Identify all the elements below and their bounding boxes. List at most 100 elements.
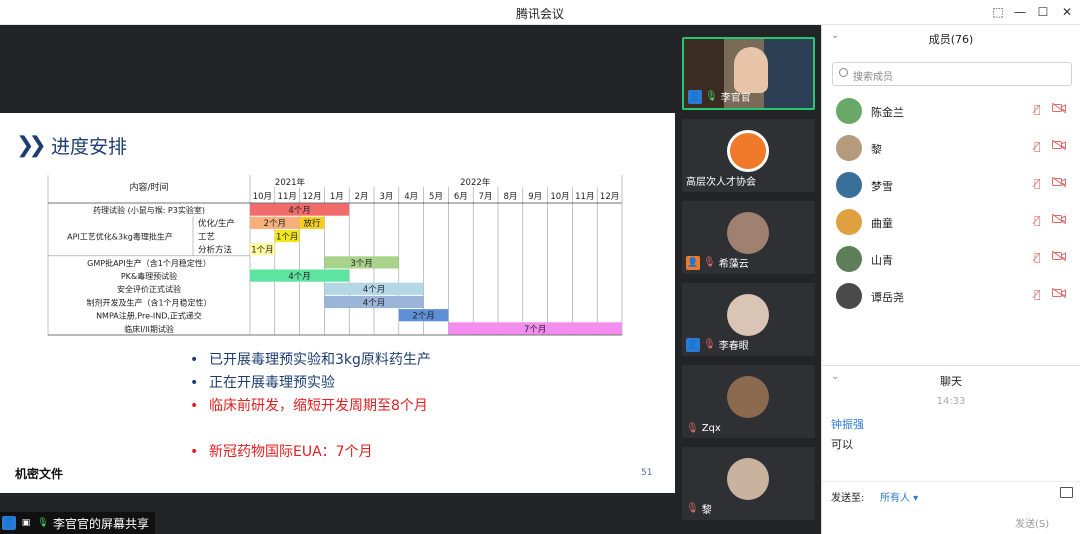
window-title: 腾讯会议 xyxy=(515,7,564,21)
gantt-month-label: 2月 xyxy=(355,192,369,202)
minimize-button[interactable]: — xyxy=(1010,3,1030,21)
gantt-month-label: 10月 xyxy=(550,192,569,202)
gantt-bar-label: 4个月 xyxy=(363,285,385,295)
member-name: 黎 xyxy=(871,143,882,156)
gantt-month-label: 11月 xyxy=(575,192,594,202)
gantt-row-label: API工艺优化&3kg毒理批生产 xyxy=(67,231,173,241)
bullet-item: 正在开展毒理预实验 xyxy=(190,372,431,395)
camera-off-icon[interactable] xyxy=(1052,251,1066,261)
avatar xyxy=(727,376,769,418)
member-row[interactable]: 山青 🎙̸ xyxy=(822,241,1080,278)
video-name: 希藻云 xyxy=(718,259,749,270)
maximize-button[interactable]: ☐ xyxy=(1033,3,1053,21)
gantt-bar-label: 4个月 xyxy=(288,272,310,282)
camera-off-icon[interactable] xyxy=(1052,140,1066,150)
video-name: 高层次人才协会 xyxy=(686,177,756,188)
avatar xyxy=(836,283,862,309)
mic-muted-icon[interactable]: 🎙̸ xyxy=(1034,288,1041,301)
gantt-bar-label: 放行 xyxy=(303,218,321,229)
gantt-month-label: 12月 xyxy=(302,192,321,202)
send-to-label: 发送至: xyxy=(831,493,865,504)
gantt-month-label: 1月 xyxy=(330,192,344,202)
video-name-tag: 👤 🎙 李官官 xyxy=(688,89,751,104)
member-name: 梦雪 xyxy=(871,180,893,193)
user-icon: 👤 xyxy=(2,516,16,530)
avatar xyxy=(836,209,862,235)
gantt-sublabel: 分析方法 xyxy=(198,245,232,256)
send-button[interactable]: 发送(S) xyxy=(1015,515,1049,530)
presentation-slide: ❯❯ 进度安排 内容/时间 2021年 2022年 10月 11月 12月 1月 2月 3月 4月… xyxy=(0,113,675,493)
video-name: Zqx xyxy=(701,423,721,434)
gantt-sublabel: 工艺 xyxy=(198,232,215,242)
gantt-chart: 内容/时间 2021年 2022年 10月 11月 12月 1月 2月 3月 4月 5月 6月 7月 8月… xyxy=(47,175,623,336)
chat-header: 聊天 xyxy=(940,375,962,388)
gantt-month-label: 4月 xyxy=(404,192,418,202)
camera-off-icon[interactable] xyxy=(1052,214,1066,224)
member-row[interactable]: 梦雪 🎙̸ xyxy=(822,167,1080,204)
gantt-month-label: 11月 xyxy=(278,192,297,202)
member-row[interactable]: 谭岳尧 🎙̸ xyxy=(822,278,1080,315)
share-label-text: 李官官的屏幕共享 xyxy=(53,516,150,531)
screen-share-area[interactable]: ❯❯ 进度安排 内容/时间 2021年 2022年 10月 11月 12月 1月 2月 3月 4月… xyxy=(0,25,675,534)
bullet-item: 临床前研发，缩短开发周期至8个月 xyxy=(190,395,431,418)
mic-muted-icon[interactable]: 🎙̸ xyxy=(1034,140,1041,153)
mic-icon: 🎙 xyxy=(705,91,718,102)
camera-off-icon[interactable] xyxy=(1052,288,1066,298)
member-name: 山青 xyxy=(871,254,893,267)
gantt-month-label: 10月 xyxy=(253,192,272,202)
video-tile-李春眼[interactable]: 👤 🎙 李春眼 xyxy=(682,283,815,356)
send-to-dropdown[interactable]: 所有人 ▾ xyxy=(880,489,918,504)
video-name-tag: 👤 🎙 希藻云 xyxy=(686,255,749,270)
mic-muted-icon[interactable]: 🎙̸ xyxy=(1034,251,1041,264)
member-row[interactable]: 黎 🎙̸ xyxy=(822,130,1080,167)
chat-message: 可以 xyxy=(831,438,853,451)
chat-sender[interactable]: 钟振强 xyxy=(831,416,864,432)
gantt-month-label: 7月 xyxy=(479,192,493,202)
gantt-month-label: 6月 xyxy=(454,192,468,202)
gantt-header-label: 内容/时间 xyxy=(129,181,168,193)
member-name: 曲童 xyxy=(871,217,893,230)
video-tile-Zqx[interactable]: 🎙 Zqx xyxy=(682,365,815,438)
camera-off-icon[interactable] xyxy=(1052,177,1066,187)
mic-muted-icon[interactable]: 🎙̸ xyxy=(1034,177,1041,190)
gantt-bar-label: 4个月 xyxy=(288,206,310,216)
gantt-bar-label: 2个月 xyxy=(264,219,286,229)
mic-muted-icon: 🎙 xyxy=(703,257,716,268)
gantt-row-label: GMP批API生产（含1个月稳定性） xyxy=(87,258,211,268)
chat-timestamp: 14:33 xyxy=(936,396,966,407)
mic-muted-icon[interactable]: 🎙̸ xyxy=(1034,214,1041,227)
video-tile-李官官[interactable]: 👤 🎙 李官官 xyxy=(682,37,815,110)
image-icon[interactable] xyxy=(1060,487,1073,498)
gantt-sublabel: 优化/生产 xyxy=(198,218,235,229)
member-name: 谭岳尧 xyxy=(871,291,904,304)
bullet-item: 已开展毒理预实验和3kg原料药生产 xyxy=(190,349,431,372)
gantt-year-label: 2022年 xyxy=(460,177,491,188)
gantt-row-label: 安全评价正式试验 xyxy=(117,284,181,294)
video-tile-希藻云[interactable]: 👤 🎙 希藻云 xyxy=(682,201,815,274)
members-panel: ⌄ 成员(76) 搜索成员 陈金兰 🎙̸ 黎 🎙̸ 梦雪 🎙̸ 曲童 🎙̸ 山青 🎙̸ 谭岳尧 🎙̸ xyxy=(821,25,1080,365)
bullet-item: 新冠药物国际EUA：7个月 xyxy=(190,441,431,464)
mic-muted-icon: 🎙 xyxy=(703,339,716,350)
video-list: 👤 🎙 李官官 高层次人才协会 👤 🎙 希藻云 👤 🎙 李春眼 🎙 Zqx 🎙 … xyxy=(675,25,821,534)
mic-muted-icon[interactable]: 🎙̸ xyxy=(1034,103,1041,116)
member-search-input[interactable]: 搜索成员 xyxy=(832,62,1072,86)
camera-off-icon[interactable] xyxy=(1052,103,1066,113)
avatar xyxy=(727,458,769,500)
avatar xyxy=(727,212,769,254)
gantt-row-label: 药理试验 (小鼠与猴: P3实验室) xyxy=(93,205,205,215)
search-icon xyxy=(839,68,848,77)
video-tile-高层次人才协会[interactable]: 高层次人才协会 xyxy=(682,119,815,192)
gantt-month-label: 5月 xyxy=(429,192,443,202)
close-button[interactable]: ✕ xyxy=(1057,3,1077,21)
gantt-month-label: 9月 xyxy=(528,192,542,202)
org-logo xyxy=(727,130,769,172)
pin-icon[interactable]: ⬚ xyxy=(988,3,1008,21)
member-name: 陈金兰 xyxy=(871,106,904,119)
avatar xyxy=(836,172,862,198)
member-row[interactable]: 曲童 🎙̸ xyxy=(822,204,1080,241)
video-tile-黎[interactable]: 🎙 黎 xyxy=(682,447,815,520)
member-row[interactable]: 陈金兰 🎙̸ xyxy=(822,93,1080,130)
mic-muted-icon: 🎙 xyxy=(686,503,699,514)
video-name: 李春眼 xyxy=(718,341,749,352)
gantt-bar-label: 4个月 xyxy=(363,298,385,308)
